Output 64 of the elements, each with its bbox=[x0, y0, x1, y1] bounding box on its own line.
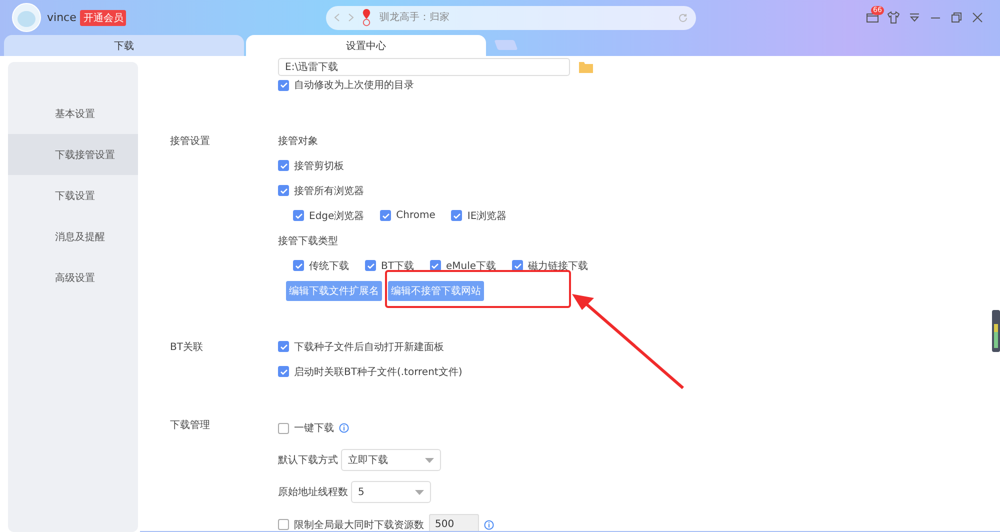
info-icon[interactable] bbox=[484, 520, 494, 530]
checkbox-label: 传统下载 bbox=[309, 260, 349, 272]
checkbox-label: Edge浏览器 bbox=[309, 210, 364, 222]
dropdown[interactable]: 5 bbox=[351, 481, 431, 503]
restore-icon[interactable] bbox=[950, 11, 963, 24]
shirt-icon[interactable] bbox=[887, 11, 900, 24]
refresh-icon[interactable] bbox=[678, 12, 688, 22]
checkbox-label: 一键下载 bbox=[294, 422, 334, 435]
avatar[interactable] bbox=[12, 3, 41, 32]
section-label: 接管设置 bbox=[170, 134, 210, 148]
sidebar-item[interactable]: 消息及提醒 bbox=[8, 216, 138, 257]
checkbox[interactable] bbox=[278, 341, 289, 352]
checkbox[interactable] bbox=[365, 260, 376, 271]
checkbox-label: 限制全局最大同时下载资源数 bbox=[294, 518, 424, 532]
checkbox[interactable] bbox=[278, 366, 289, 377]
checkbox[interactable] bbox=[380, 210, 392, 221]
user-name: vince bbox=[47, 11, 76, 24]
caret-icon bbox=[425, 458, 434, 462]
checkbox-label: 自动修改为上次使用的目录 bbox=[294, 78, 414, 92]
caret-icon bbox=[415, 490, 424, 494]
group-heading: 接管对象 bbox=[278, 134, 318, 148]
checkbox-label: 接管所有浏览器 bbox=[294, 184, 364, 198]
checkbox[interactable] bbox=[430, 260, 441, 271]
dropdown[interactable]: 立即下载 bbox=[341, 449, 441, 471]
checkbox[interactable] bbox=[278, 422, 289, 434]
checkbox[interactable] bbox=[512, 260, 524, 271]
pin-icon bbox=[362, 8, 372, 28]
back-icon[interactable] bbox=[334, 13, 340, 22]
checkbox-label: IE浏览器 bbox=[467, 210, 507, 222]
number-field[interactable]: 500 bbox=[429, 514, 479, 532]
vip-badge[interactable]: 开通会员 bbox=[80, 10, 126, 26]
tab[interactable]: 设置中心 bbox=[246, 35, 486, 56]
checkbox[interactable] bbox=[278, 185, 289, 196]
tab[interactable]: 下载 bbox=[4, 35, 244, 56]
checkbox-label: Chrome bbox=[396, 210, 436, 221]
info-icon[interactable] bbox=[339, 423, 349, 433]
checkbox-label: 磁力链接下载 bbox=[528, 260, 588, 272]
checkbox[interactable] bbox=[451, 210, 462, 221]
checkbox[interactable] bbox=[293, 210, 304, 221]
checkbox-label: 接管剪切板 bbox=[294, 160, 344, 172]
checkbox[interactable] bbox=[278, 160, 289, 171]
section-label: BT关联 bbox=[170, 340, 203, 354]
mail-icon[interactable] bbox=[866, 11, 879, 24]
close-icon[interactable] bbox=[971, 11, 984, 24]
sidebar-item[interactable]: 下载接管设置 bbox=[8, 134, 138, 175]
dropdown-icon[interactable] bbox=[908, 11, 921, 24]
checkbox[interactable] bbox=[278, 80, 289, 90]
checkbox-label: 启动时关联BT种子文件(.torrent文件) bbox=[294, 366, 462, 378]
field-label: 原始地址线程数 bbox=[278, 486, 348, 499]
checkbox-label: eMule下载 bbox=[446, 260, 496, 272]
field-label: 默认下载方式 bbox=[278, 454, 338, 467]
meter-widget-icon[interactable] bbox=[992, 310, 1000, 352]
checkbox-label: 下载种子文件后自动打开新建面板 bbox=[294, 340, 444, 354]
checkbox-label: BT下载 bbox=[381, 260, 414, 272]
folder-icon[interactable] bbox=[579, 61, 593, 73]
section-label: 下载管理 bbox=[170, 418, 210, 432]
forward-icon[interactable] bbox=[348, 13, 354, 22]
group-heading: 接管下载类型 bbox=[278, 234, 338, 248]
sidebar-item[interactable]: 下载设置 bbox=[8, 175, 138, 216]
sidebar-item[interactable]: 高级设置 bbox=[8, 257, 138, 298]
checkbox[interactable] bbox=[293, 260, 304, 271]
checkbox[interactable] bbox=[278, 519, 289, 530]
sidebar-item[interactable]: 基本设置 bbox=[8, 93, 138, 134]
folder-select[interactable]: E:\迅雷下载 bbox=[278, 58, 570, 76]
